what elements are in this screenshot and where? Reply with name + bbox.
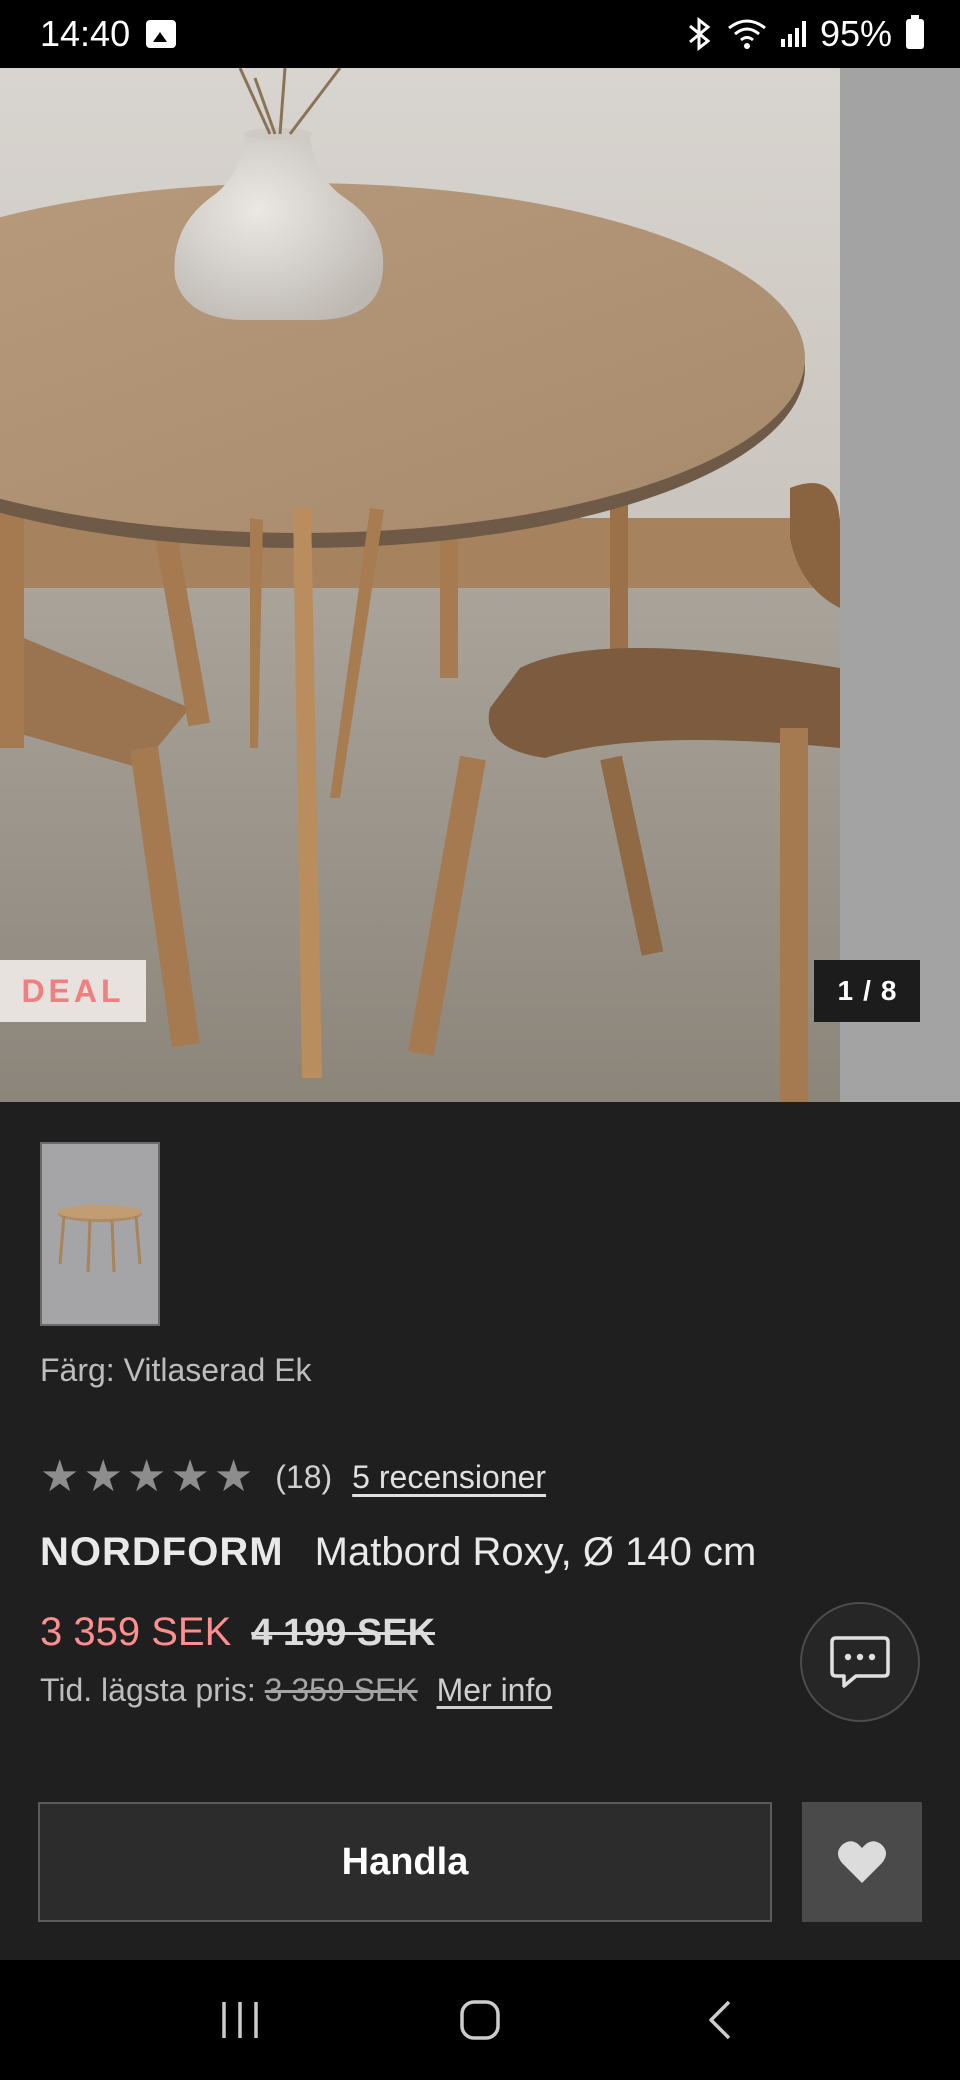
- home-button[interactable]: [440, 1980, 520, 2060]
- star-icon: ★: [40, 1452, 80, 1501]
- image-counter-total: 8: [880, 975, 897, 1006]
- battery-percent: 95%: [819, 13, 892, 54]
- lowest-price-value: 3 359 SEK: [264, 1672, 418, 1708]
- chat-button[interactable]: [800, 1602, 920, 1722]
- heart-icon: [838, 1841, 886, 1883]
- product-name: Matbord Roxy, Ø 140 cm: [314, 1530, 757, 1574]
- rating-row[interactable]: ★ ★ ★ ★ ★ (18) 5 recensioner: [40, 1452, 546, 1502]
- status-right: 95%: [687, 13, 924, 55]
- signal-icon: [780, 21, 806, 47]
- recent-apps-button[interactable]: [200, 1980, 280, 2060]
- star-icon: ★: [170, 1452, 210, 1501]
- star-rating: ★ ★ ★ ★ ★: [40, 1455, 253, 1499]
- product-title: NORDFORM Matbord Roxy, Ø 140 cm: [40, 1530, 756, 1575]
- original-price: 4 199 SEK: [251, 1612, 436, 1654]
- lowest-price-info: Tid. lägsta pris: 3 359 SEK Mer info: [40, 1672, 552, 1709]
- image-counter-current: 1: [837, 975, 854, 1006]
- star-icon: ★: [126, 1452, 167, 1501]
- wifi-icon: [728, 19, 766, 49]
- back-button[interactable]: [680, 1980, 760, 2060]
- battery-icon: [906, 15, 924, 49]
- system-navigation-bar: [0, 1960, 960, 2080]
- bluetooth-icon: [688, 17, 711, 51]
- image-icon: [146, 20, 177, 48]
- chat-icon: [830, 1636, 890, 1688]
- rating-count: (18): [275, 1458, 333, 1495]
- star-icon: ★: [213, 1452, 254, 1501]
- next-image-preview[interactable]: [840, 68, 960, 1102]
- lowest-price-label: Tid. lägsta pris:: [40, 1672, 256, 1708]
- reviews-link[interactable]: 5 recensioner: [352, 1459, 546, 1496]
- brand-name[interactable]: NORDFORM: [40, 1530, 284, 1574]
- favorite-button[interactable]: [802, 1802, 922, 1922]
- buy-button[interactable]: Handla: [38, 1802, 772, 1922]
- home-icon: [460, 2000, 500, 2040]
- more-info-link[interactable]: Mer info: [437, 1672, 553, 1708]
- price-row: 3 359 SEK 4 199 SEK: [40, 1610, 435, 1655]
- status-bar: 14:40 95%: [0, 0, 960, 68]
- image-counter-separator: /: [863, 975, 871, 1006]
- product-image-gallery[interactable]: DEAL 1 / 8: [0, 68, 960, 1102]
- recent-apps-icon: [222, 2002, 258, 2038]
- back-icon: [709, 2000, 731, 2040]
- image-counter: 1 / 8: [814, 960, 920, 1022]
- color-label: Färg: Vitlaserad Ek: [40, 1352, 312, 1388]
- deal-badge: DEAL: [0, 960, 146, 1022]
- star-icon: ★: [83, 1452, 123, 1501]
- thumbnail-table-image: [58, 1205, 142, 1273]
- sale-price: 3 359 SEK: [40, 1610, 232, 1654]
- color-variant-thumbnail[interactable]: [40, 1142, 160, 1326]
- status-time: 14:40: [40, 13, 131, 54]
- status-left: 14:40: [40, 13, 177, 55]
- product-image: [0, 68, 840, 1102]
